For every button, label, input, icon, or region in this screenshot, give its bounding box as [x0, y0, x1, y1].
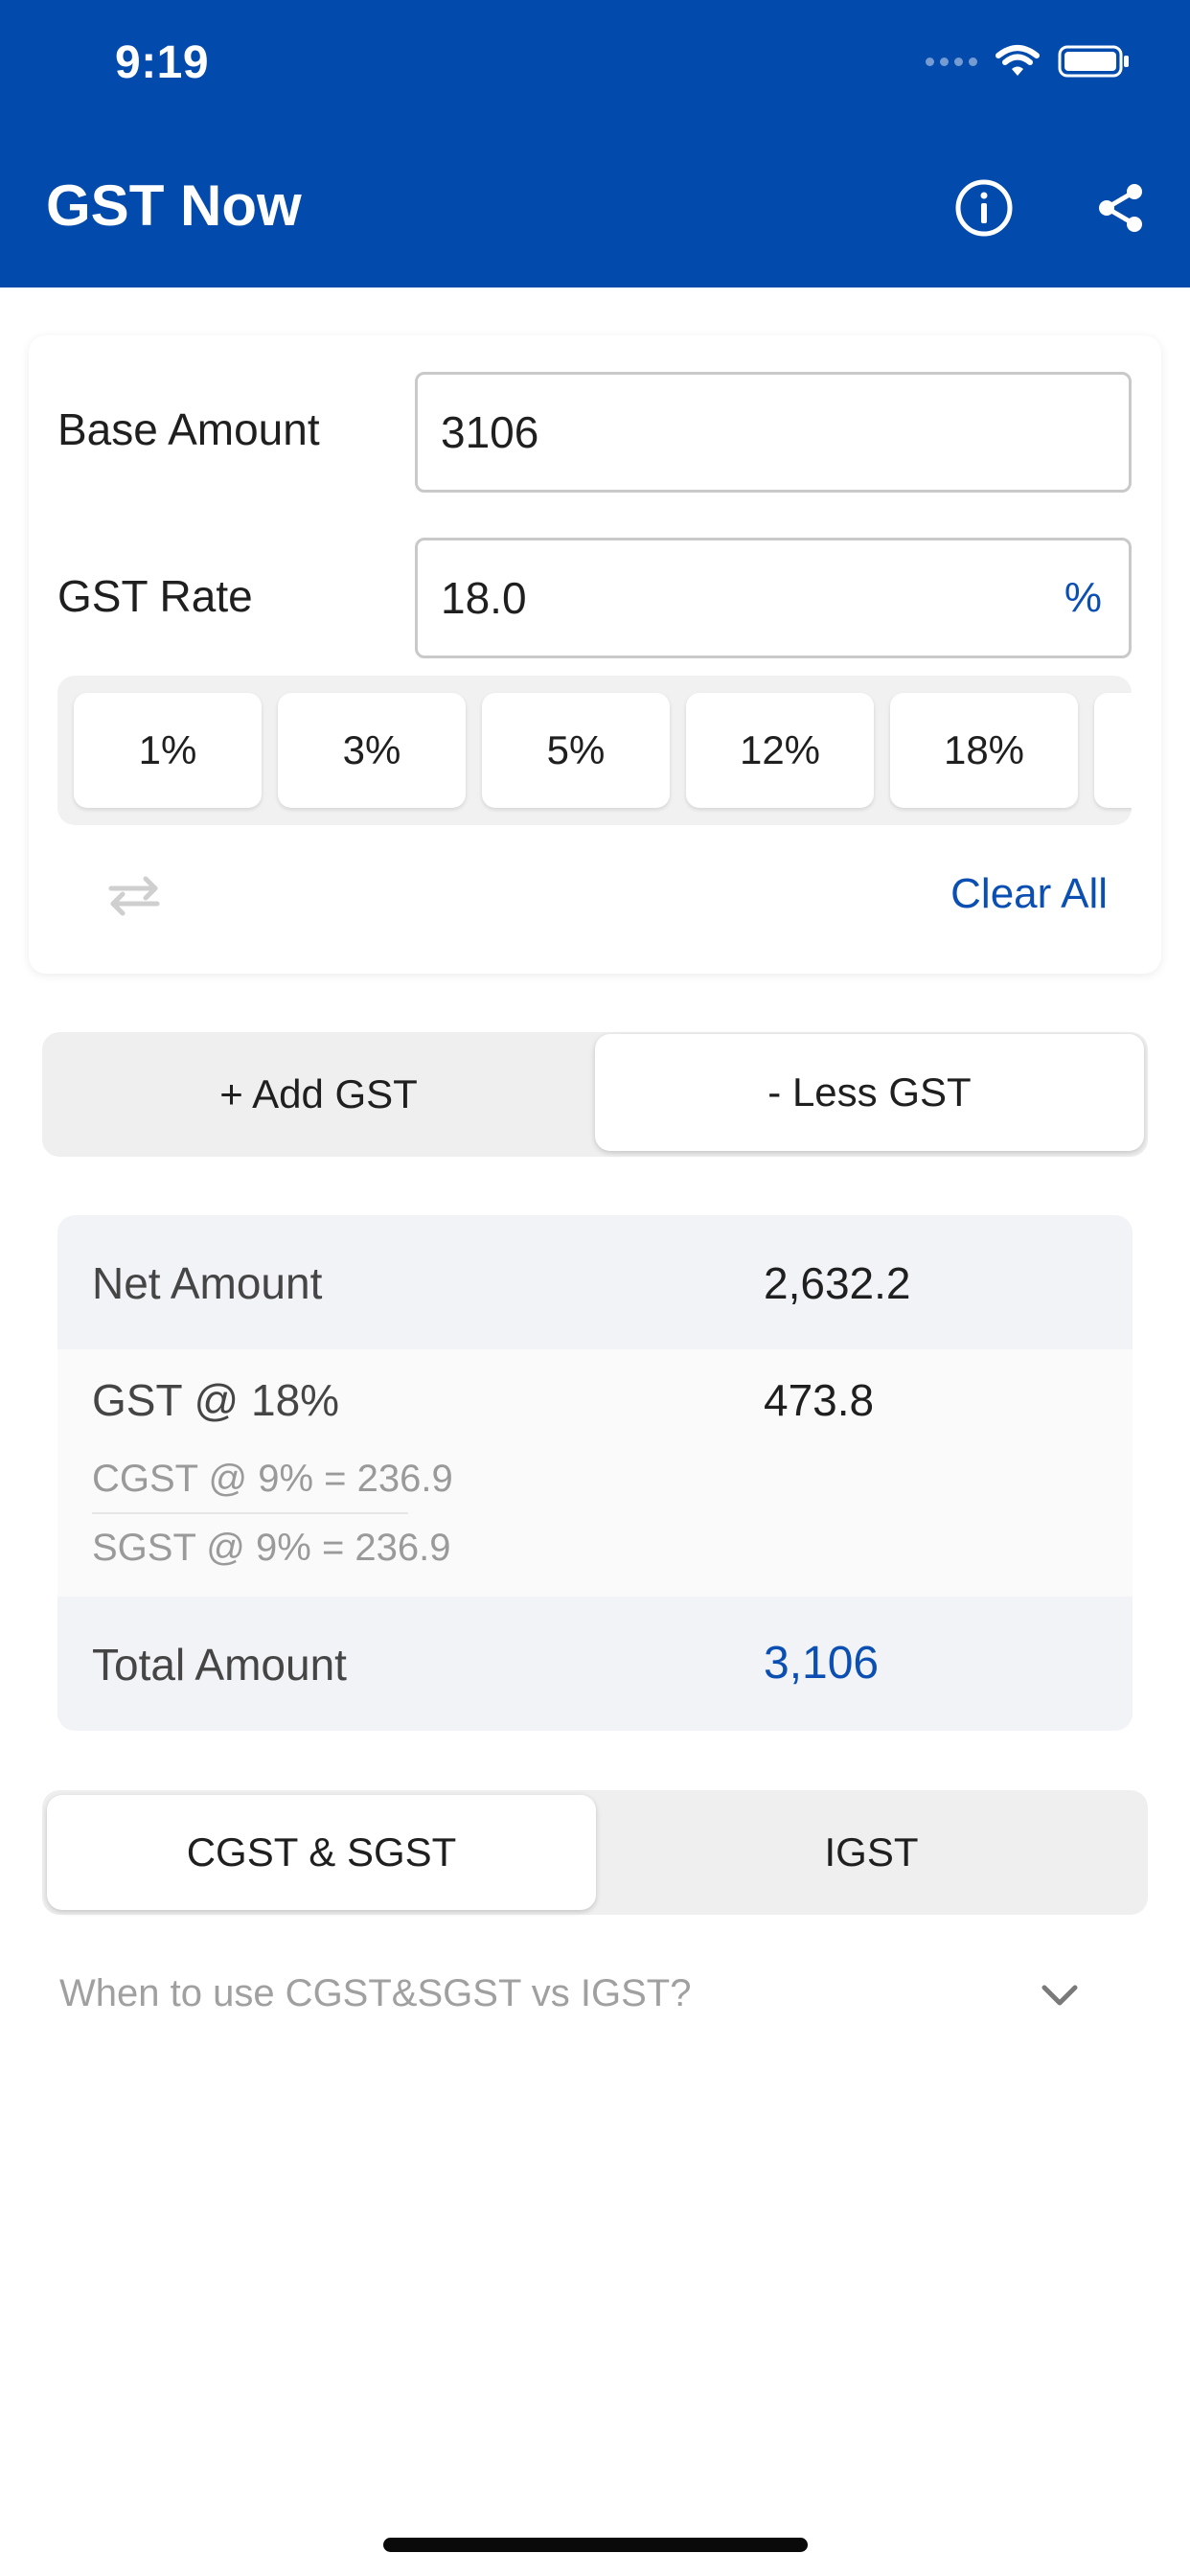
info-icon [955, 179, 1013, 237]
share-button[interactable] [1087, 174, 1154, 242]
rate-chip-18[interactable]: 18% [890, 693, 1078, 808]
results-panel: Net Amount 2,632.2 GST @ 18% 473.8 CGST … [57, 1215, 1133, 1731]
less-gst-option[interactable]: - Less GST [595, 1034, 1144, 1151]
rate-chip-3[interactable]: 3% [278, 693, 466, 808]
rate-chip-5[interactable]: 5% [482, 693, 670, 808]
swap-button[interactable] [96, 867, 172, 925]
gst-row: GST @ 18% 473.8 CGST @ 9% = 236.9 SGST @… [57, 1349, 1133, 1597]
chevron-down-icon[interactable] [1039, 1980, 1081, 2011]
sgst-breakdown: SGST @ 9% = 236.9 [92, 1527, 451, 1569]
igst-option[interactable]: IGST [595, 1790, 1148, 1915]
status-time: 9:19 [115, 37, 210, 88]
net-amount-row: Net Amount 2,632.2 [57, 1215, 1133, 1349]
gst-label: GST @ 18% [92, 1375, 340, 1425]
net-amount-label: Net Amount [92, 1258, 323, 1308]
add-gst-option[interactable]: + Add GST [42, 1032, 595, 1157]
status-icons [926, 44, 1131, 79]
app-title: GST Now [46, 173, 302, 238]
gst-value: 473.8 [764, 1375, 875, 1425]
gst-rate-label: GST Rate [57, 571, 253, 621]
base-amount-input[interactable]: 3106 [415, 372, 1132, 493]
total-amount-label: Total Amount [92, 1640, 347, 1690]
share-icon [1099, 184, 1142, 232]
info-button[interactable] [950, 174, 1018, 242]
gst-rate-input[interactable]: 18.0 % [415, 538, 1132, 658]
battery-icon [1058, 45, 1129, 78]
base-amount-value: 3106 [441, 407, 539, 457]
rate-chip-more[interactable] [1094, 693, 1132, 808]
net-amount-value: 2,632.2 [764, 1258, 911, 1308]
tax-type-toggle: CGST & SGST IGST [42, 1790, 1148, 1915]
faq-question[interactable]: When to use CGST&SGST vs IGST? [59, 1972, 691, 2015]
wifi-icon [995, 45, 1040, 76]
rate-chip-1[interactable]: 1% [74, 693, 262, 808]
input-card: Base Amount 3106 GST Rate 18.0 % 1% 3% 5… [29, 335, 1161, 974]
gst-mode-toggle: + Add GST - Less GST [42, 1032, 1148, 1157]
home-indicator[interactable] [383, 2538, 808, 2552]
total-amount-row: Total Amount 3,106 [57, 1597, 1133, 1731]
rate-chip-strip[interactable]: 1% 3% 5% 12% 18% [57, 676, 1132, 825]
base-amount-label: Base Amount [57, 404, 320, 454]
clear-all-button[interactable]: Clear All [950, 870, 1108, 918]
app-header: 9:19 GST Now [0, 0, 1190, 288]
cgst-sgst-option[interactable]: CGST & SGST [47, 1795, 596, 1910]
gst-rate-value: 18.0 [441, 573, 527, 623]
swap-icon [108, 876, 160, 916]
rate-chip-12[interactable]: 12% [686, 693, 874, 808]
total-amount-value: 3,106 [764, 1638, 880, 1689]
breakdown-divider [92, 1512, 408, 1514]
cgst-breakdown: CGST @ 9% = 236.9 [92, 1458, 453, 1500]
signal-icon [926, 57, 977, 66]
percent-suffix: % [1064, 574, 1102, 621]
